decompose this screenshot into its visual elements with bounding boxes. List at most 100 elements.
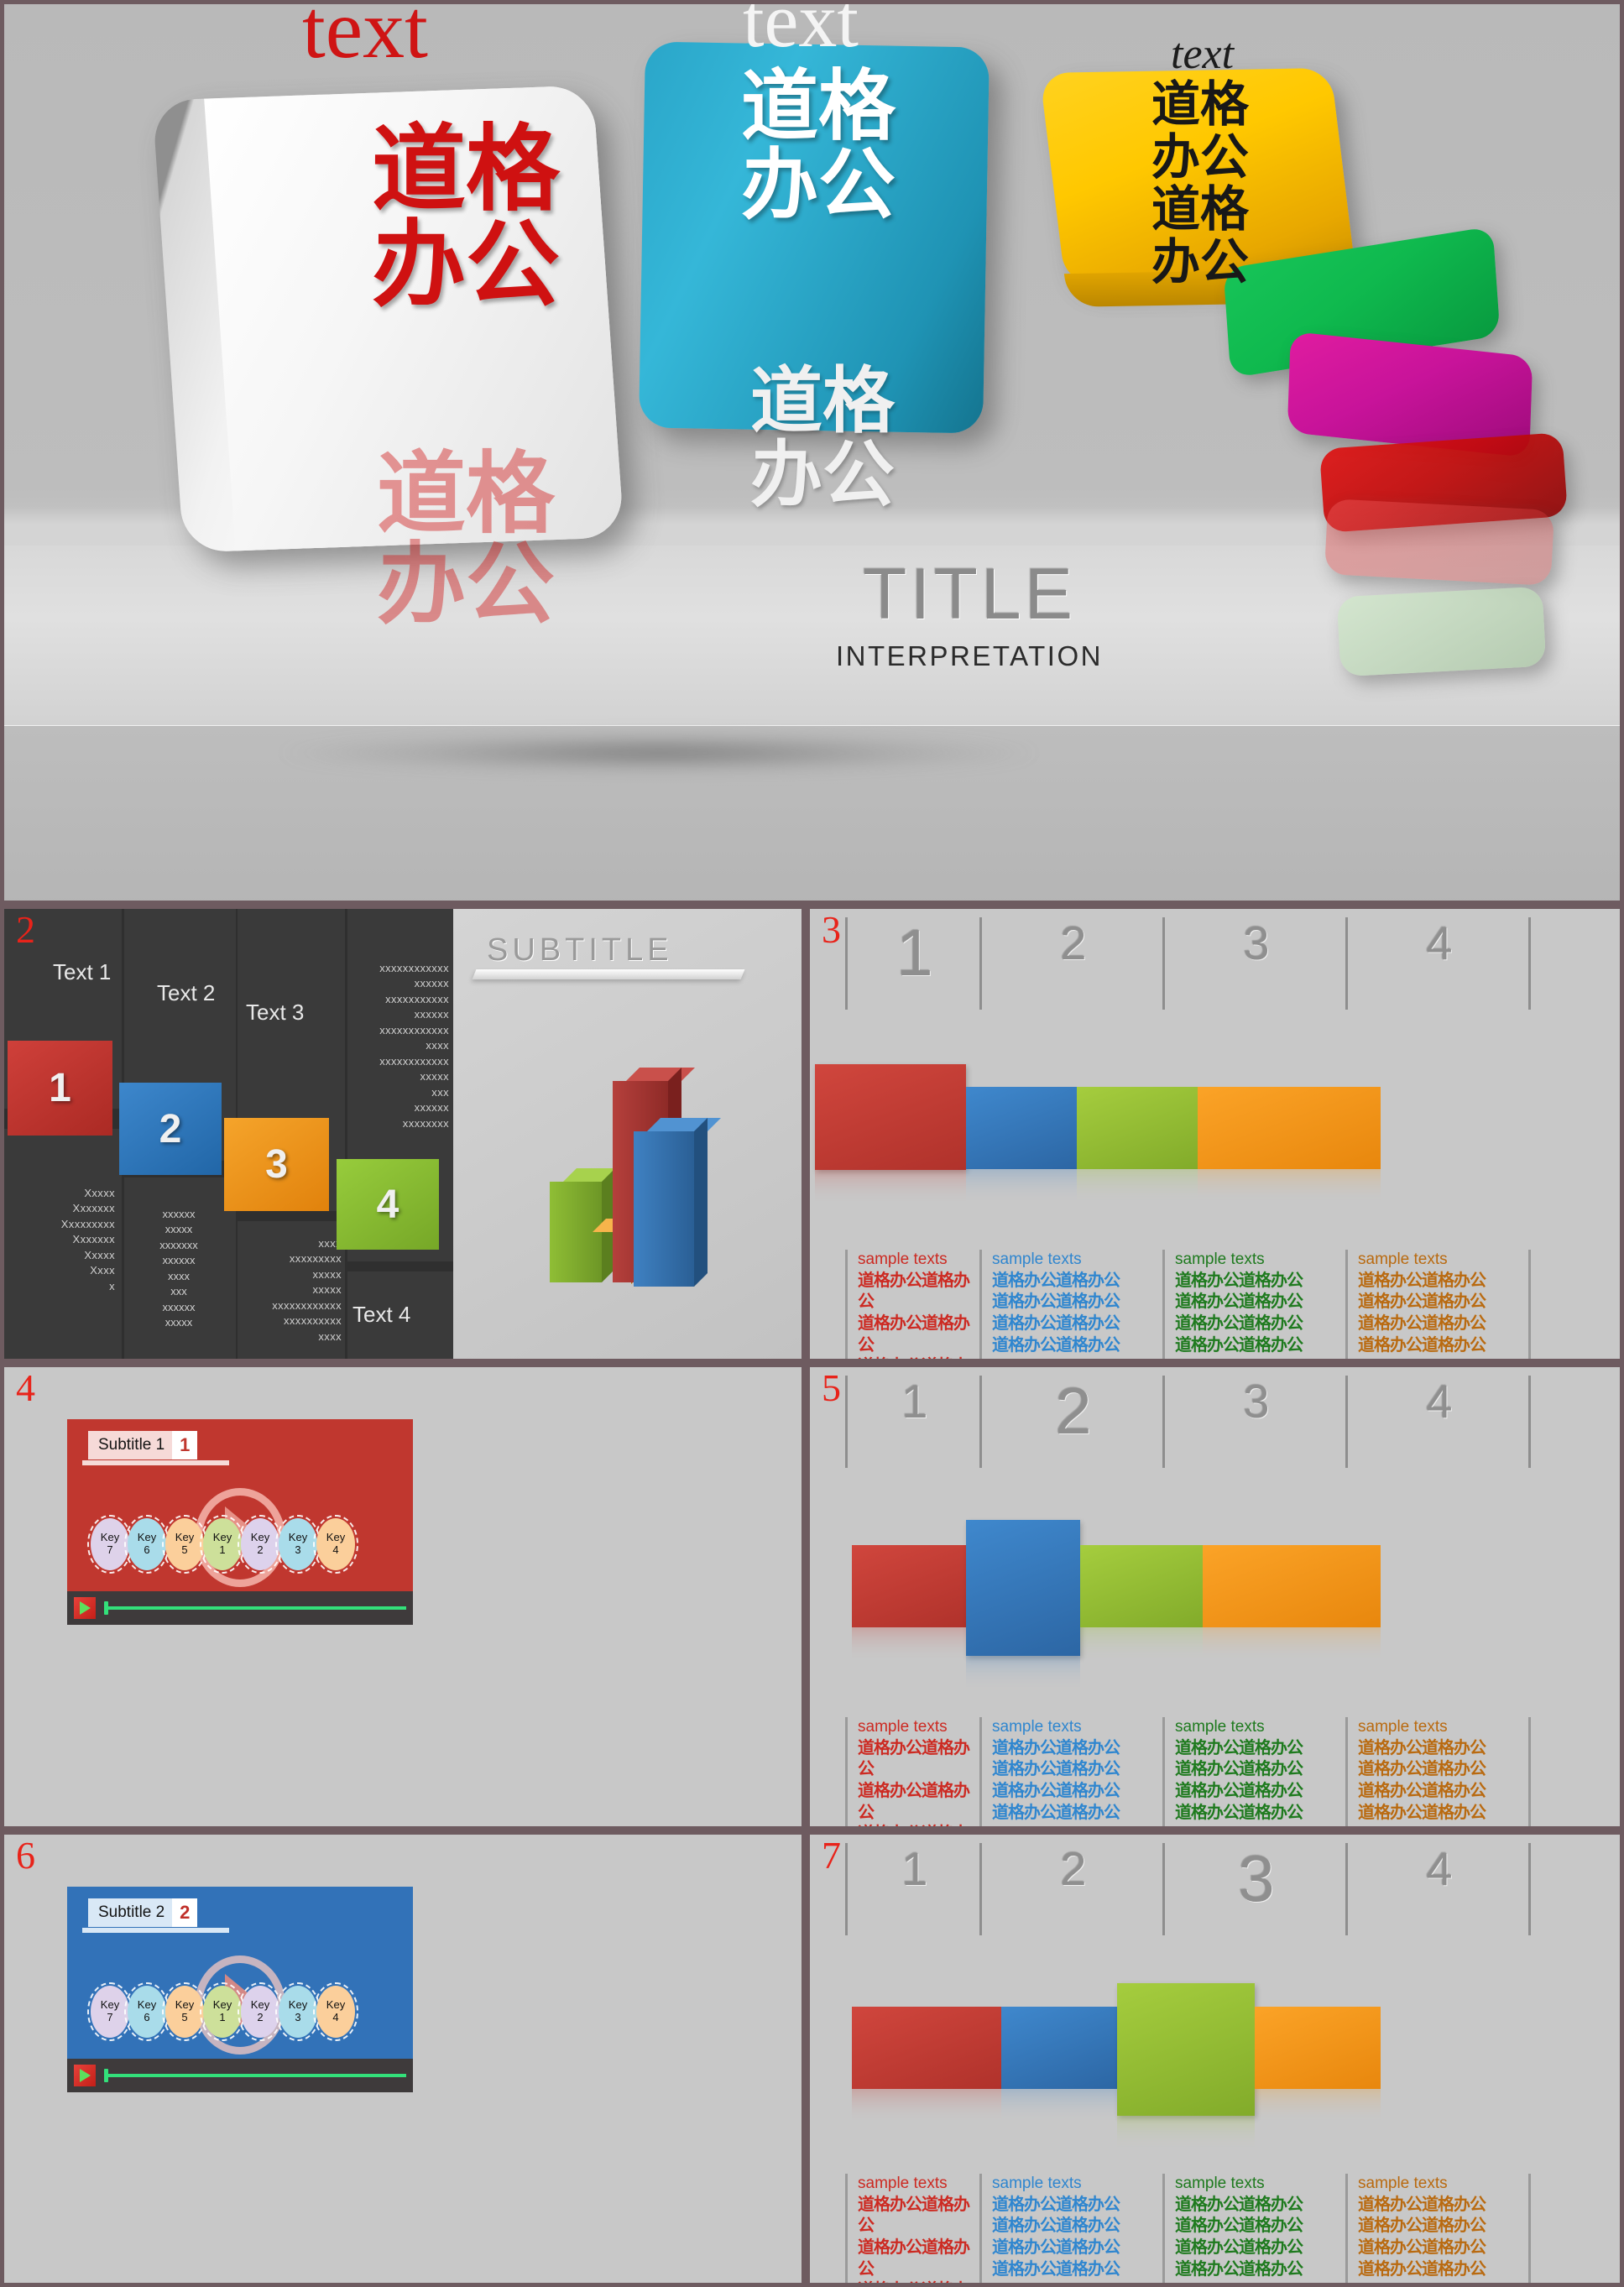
- slide3-header-3[interactable]: 3: [1162, 917, 1348, 1010]
- slide-6-key-sequence-blue[interactable]: Subtitle 2 2 Key 7 Key 6 Key 5 Key 1 Key 2 Ke…: [0, 1830, 806, 2287]
- slide6-player-bar[interactable]: [67, 2059, 413, 2092]
- slide-number-3: 3: [822, 908, 841, 951]
- slide-number-6: 6: [16, 1834, 35, 1877]
- slide2-label-1: Text 1: [53, 959, 112, 984]
- slide6-stage: Subtitle 2 2 Key 7 Key 6 Key 5 Key 1 Key 2 Ke…: [67, 1887, 413, 2059]
- slab-pale-green-3d: [1336, 586, 1547, 677]
- slide2-label-4: Text 4: [352, 1302, 411, 1327]
- slide7-block-4[interactable]: [1255, 2007, 1381, 2124]
- key-node-1[interactable]: Key 1: [200, 1982, 245, 2041]
- slide-1-cover[interactable]: text text text 道格 办公 道格 办公 道格 办公 道格 办公 道格 办公…: [0, 0, 1624, 905]
- slide2-body-2: xxxxxx xxxxx xxxxxxx xxxxxx xxxx xxx xxx…: [159, 1208, 198, 1329]
- slide5-header-row: 1 2 3 4: [845, 1376, 1608, 1468]
- key-node-4[interactable]: Key 4: [313, 1515, 358, 1574]
- hero-title-block: TITLE INTERPRETATION: [802, 558, 1137, 672]
- progress-track[interactable]: [107, 2074, 406, 2077]
- slide3-footer-3: sample texts 道格办公道格办公 道格办公道格办公 道格办公道格办公 …: [1162, 1250, 1345, 1359]
- slide3-header-4[interactable]: 4: [1345, 917, 1531, 1010]
- key-node-4[interactable]: Key 4: [313, 1982, 358, 2041]
- slide3-block-1[interactable]: [815, 1064, 966, 1205]
- slide-5-bar-steps[interactable]: 1 2 3 4 sample texts 道格办公道格办公 道格办公道格办公 道…: [806, 1363, 1624, 1830]
- slide3-header-endline: [1528, 917, 1533, 1010]
- slide5-header-1[interactable]: 1: [845, 1376, 982, 1468]
- play-icon[interactable]: [74, 2065, 96, 2086]
- key-node-6[interactable]: Key 6: [124, 1515, 170, 1574]
- slide2-number-badge-1[interactable]: 1: [8, 1041, 112, 1136]
- slide3-footer-4: sample texts 道格办公道格办公 道格办公道格办公 道格办公道格办公 …: [1345, 1250, 1528, 1359]
- slide-3-bar-steps[interactable]: 1 2 3 4 sample texts 道格办公道格办公 道格办公道格办公 道…: [806, 905, 1624, 1363]
- slide-number-7: 7: [822, 1834, 841, 1877]
- slide5-footer-4: sample texts 道格办公道格办公 道格办公道格办公 道格办公道格办公 …: [1345, 1717, 1528, 1826]
- slide5-block-2[interactable]: [966, 1520, 1080, 1691]
- slide5-block-3[interactable]: [1080, 1545, 1203, 1663]
- slide7-header-row: 1 2 3 4: [845, 1843, 1608, 1935]
- slide7-block-1[interactable]: [852, 2007, 1001, 2124]
- slide-number-4: 4: [16, 1366, 35, 1409]
- slide7-footer-3: sample texts 道格办公道格办公 道格办公道格办公 道格办公道格办公 …: [1162, 2174, 1345, 2283]
- slide2-chart-panel: SUBTITLE: [453, 909, 802, 1359]
- slide4-keys: Key 7 Key 6 Key 5 Key 1 Key 2 Key 3 Key 4: [67, 1419, 413, 1591]
- cube-blue-chinese-text-lower: 道格 办公: [750, 359, 895, 517]
- slide2-subtitle: SUBTITLE: [487, 932, 673, 968]
- slide7-footer-row: sample texts 道格办公道格办公 道格办公道格办公 道格办公道格办公 …: [845, 2174, 1608, 2283]
- slide2-label-2: Text 2: [157, 980, 216, 1005]
- slide5-header-2[interactable]: 2: [979, 1376, 1165, 1468]
- slide3-footer-endline: [1528, 1250, 1531, 1359]
- slide-number-2: 2: [16, 908, 35, 951]
- slide7-footer-1: sample texts 道格办公道格办公 道格办公道格办公 道格办公道格办公 …: [845, 2174, 979, 2283]
- slide3-block-4[interactable]: [1198, 1087, 1381, 1204]
- slide6-video-frame[interactable]: Subtitle 2 2 Key 7 Key 6 Key 5 Key 1 Key 2 Ke…: [67, 1887, 413, 2092]
- key-node-2[interactable]: Key 2: [238, 1515, 283, 1574]
- chart-bar-blue: [634, 1118, 721, 1287]
- slide5-header-4[interactable]: 4: [1345, 1376, 1531, 1468]
- slide2-number-badge-4[interactable]: 4: [337, 1159, 439, 1250]
- hero-drop-shadow: [281, 733, 1037, 773]
- slide3-header-1[interactable]: 1: [845, 917, 982, 1010]
- slide7-header-3[interactable]: 3: [1162, 1843, 1348, 1935]
- key-node-5[interactable]: Key 5: [162, 1515, 207, 1574]
- slide5-footer-3: sample texts 道格办公道格办公 道格办公道格办公 道格办公道格办公 …: [1162, 1717, 1345, 1826]
- slide4-stage: Subtitle 1 1 Key 7 Key 6 Key 5 Key 1 Key 2 Ke…: [67, 1419, 413, 1591]
- cube-white-chinese-text: 道格 办公: [372, 115, 560, 321]
- slide-2-text-blocks[interactable]: Text 1 Text 2 Text 3 Text 4 Xxxxx Xxxxxx…: [0, 905, 806, 1363]
- slide5-footer-endline: [1528, 1717, 1531, 1826]
- slide7-block-3[interactable]: [1117, 1983, 1255, 2151]
- hero-text-label-red: text: [302, 0, 428, 76]
- key-node-2[interactable]: Key 2: [238, 1982, 283, 2041]
- slide4-video-frame[interactable]: Subtitle 1 1 Key 7 Key 6 Key 5 Key 1 Key 2 Ke…: [67, 1419, 413, 1625]
- slide3-header-row: 1 2 3 4: [845, 917, 1608, 1010]
- key-node-1[interactable]: Key 1: [200, 1515, 245, 1574]
- progress-track[interactable]: [107, 1606, 406, 1610]
- slide3-block-3[interactable]: [1077, 1087, 1198, 1204]
- slide7-footer-endline: [1528, 2174, 1531, 2283]
- slide7-header-endline: [1528, 1843, 1533, 1935]
- slide4-player-bar[interactable]: [67, 1591, 413, 1625]
- slide7-header-1[interactable]: 1: [845, 1843, 982, 1935]
- slide6-keys: Key 7 Key 6 Key 5 Key 1 Key 2 Key 3 Key 4: [67, 1887, 413, 2059]
- slide5-block-1[interactable]: [852, 1545, 966, 1663]
- slide5-header-3[interactable]: 3: [1162, 1376, 1348, 1468]
- hero-text-label-white: text: [743, 0, 859, 63]
- slide7-block-2[interactable]: [1001, 2007, 1117, 2124]
- slide2-label-3: Text 3: [246, 1000, 305, 1025]
- key-node-3[interactable]: Key 3: [275, 1515, 321, 1574]
- play-icon[interactable]: [74, 1597, 96, 1619]
- slide2-number-badge-2[interactable]: 2: [119, 1083, 222, 1175]
- key-node-3[interactable]: Key 3: [275, 1982, 321, 2041]
- slide2-number-badge-3[interactable]: 3: [224, 1118, 329, 1211]
- slide7-footer-2: sample texts 道格办公道格办公 道格办公道格办公 道格办公道格办公 …: [979, 2174, 1162, 2283]
- slide5-footer-row: sample texts 道格办公道格办公 道格办公道格办公 道格办公道格办公 …: [845, 1717, 1608, 1826]
- slide-7-bar-steps[interactable]: 1 2 3 4 sample texts 道格办公道格办公 道格办公道格办公 道…: [806, 1830, 1624, 2287]
- slide-4-key-sequence-red[interactable]: Subtitle 1 1 Key 7 Key 6 Key 5 Key 1 Key 2 Ke…: [0, 1363, 806, 1830]
- slide3-footer-1: sample texts 道格办公道格办公 道格办公道格办公 道格办公道格办公 …: [845, 1250, 979, 1359]
- slide3-header-2[interactable]: 2: [979, 917, 1165, 1010]
- slide3-footer-row: sample texts 道格办公道格办公 道格办公道格办公 道格办公道格办公 …: [845, 1250, 1608, 1359]
- slide7-header-4[interactable]: 4: [1345, 1843, 1531, 1935]
- subtitle-shelf: [472, 969, 745, 979]
- key-node-5[interactable]: Key 5: [162, 1982, 207, 2041]
- slide5-block-4[interactable]: [1203, 1545, 1381, 1663]
- key-node-6[interactable]: Key 6: [124, 1982, 170, 2041]
- page-title: TITLE: [862, 554, 1077, 634]
- slide3-block-2[interactable]: [966, 1087, 1077, 1204]
- slide7-header-2[interactable]: 2: [979, 1843, 1165, 1935]
